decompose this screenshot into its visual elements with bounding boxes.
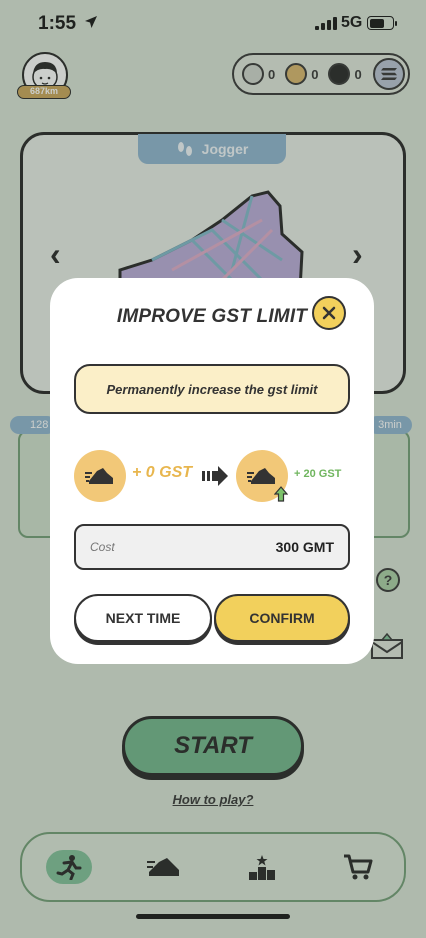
improve-gst-limit-dialog: IMPROVE GST LIMIT Permanently increase t… (50, 278, 374, 664)
close-button[interactable] (312, 296, 346, 330)
close-icon (322, 306, 336, 320)
cost-value: 300 GMT (275, 539, 334, 555)
upgraded-gst-gain: + 20 GST (294, 468, 342, 480)
cost-label: Cost (90, 540, 115, 554)
running-shoe-icon (247, 468, 275, 484)
dialog-description: Permanently increase the gst limit (74, 364, 350, 414)
running-shoe-icon (85, 468, 113, 484)
confirm-button[interactable]: CONFIRM (214, 594, 350, 642)
level-up-arrow-icon (274, 486, 288, 502)
cost-field: Cost 300 GMT (74, 524, 350, 570)
next-time-button[interactable]: NEXT TIME (74, 594, 212, 642)
upgrade-arrow-icon (202, 466, 228, 486)
upgrade-preview: + 0 GST + 20 GST (74, 450, 350, 506)
current-sneaker-badge (74, 450, 126, 502)
current-gst-gain: + 0 GST (132, 464, 193, 481)
